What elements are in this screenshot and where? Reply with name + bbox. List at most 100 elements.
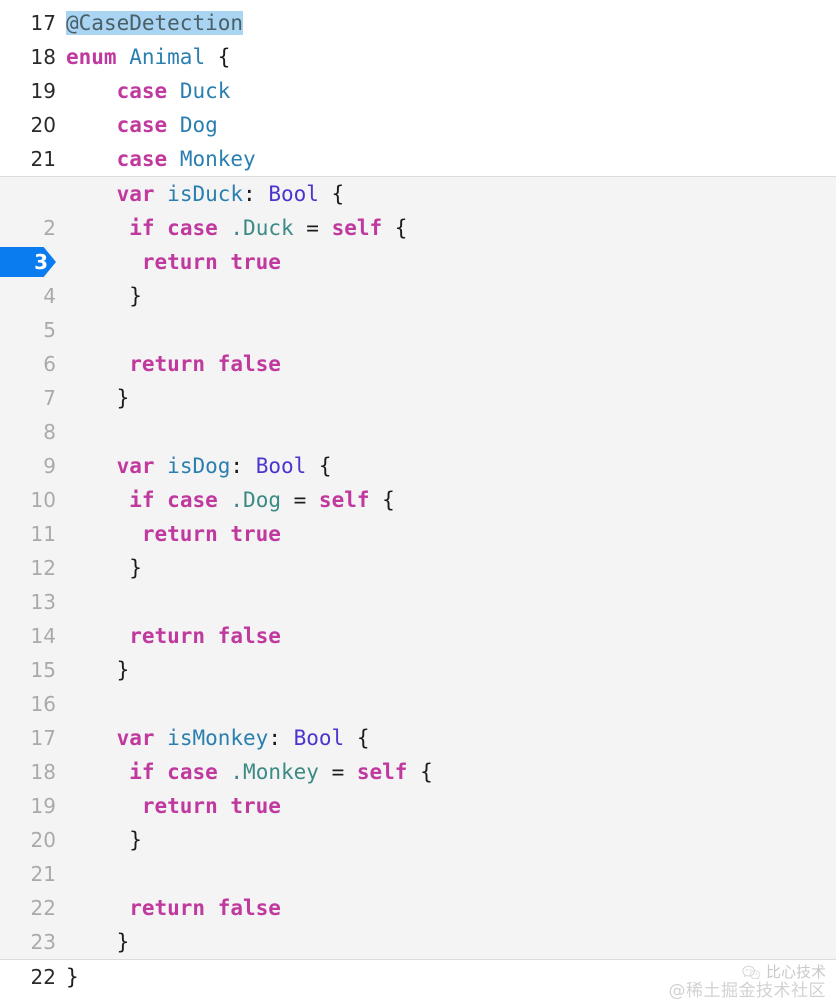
gutter-line-number[interactable]: 17: [0, 6, 56, 40]
gutter-line-number[interactable]: 21: [0, 857, 56, 891]
code-token: if: [129, 216, 155, 240]
code-line[interactable]: 22 return false: [0, 891, 836, 925]
code-token: }: [66, 965, 79, 989]
code-line-source: }: [66, 653, 130, 687]
code-line[interactable]: 15 }: [0, 653, 836, 687]
code-token: :: [243, 182, 269, 206]
code-line[interactable]: 12 }: [0, 551, 836, 585]
gutter-line-number[interactable]: 23: [0, 925, 56, 959]
gutter-line-number[interactable]: 20: [0, 108, 56, 142]
code-line[interactable]: 7 }: [0, 381, 836, 415]
code-line-source: return true: [66, 789, 281, 823]
code-line-source: }: [66, 960, 79, 994]
code-line[interactable]: 21: [0, 857, 836, 891]
code-pane-inner: var isDuck: Bool {2 if case .Duck = self…: [0, 176, 836, 960]
code-token: {: [407, 760, 433, 784]
code-line[interactable]: 23 }: [0, 925, 836, 959]
code-line[interactable]: 18 if case .Monkey = self {: [0, 755, 836, 789]
gutter-line-number[interactable]: [0, 177, 56, 211]
code-line[interactable]: 16: [0, 687, 836, 721]
code-line[interactable]: 17 @CaseDetection: [0, 6, 836, 40]
code-token: {: [382, 216, 408, 240]
code-line-source: }: [66, 551, 142, 585]
code-line[interactable]: 18 enum Animal {: [0, 40, 836, 74]
code-line[interactable]: 21 case Monkey: [0, 142, 836, 176]
gutter-line-number[interactable]: 7: [0, 381, 56, 415]
gutter-line-number[interactable]: 19: [0, 789, 56, 823]
code-line[interactable]: 8: [0, 415, 836, 449]
code-line[interactable]: 5: [0, 313, 836, 347]
gutter-line-number[interactable]: 6: [0, 347, 56, 381]
code-line[interactable]: 2 if case .Duck = self {: [0, 211, 836, 245]
code-line[interactable]: 14 return false: [0, 619, 836, 653]
code-editor[interactable]: 17 @CaseDetection 18 enum Animal {19 case D…: [0, 0, 836, 1006]
gutter-line-number[interactable]: 19: [0, 74, 56, 108]
gutter-line-number[interactable]: 16: [0, 687, 56, 721]
code-token: Bool: [268, 182, 319, 206]
code-token: case: [116, 79, 168, 103]
gutter-line-number[interactable]: 10: [0, 483, 56, 517]
code-line-source: enum Animal {: [66, 40, 230, 74]
gutter-line-number[interactable]: 21: [0, 142, 56, 176]
gutter-line-number[interactable]: 11: [0, 517, 56, 551]
gutter-current-line-badge[interactable]: 3: [0, 247, 56, 277]
code-line-source: return false: [66, 347, 281, 381]
code-line-source: }: [66, 381, 130, 415]
code-line[interactable]: 10 if case .Dog = self {: [0, 483, 836, 517]
gutter-line-number[interactable]: 22: [0, 891, 56, 925]
gutter-line-number[interactable]: 20: [0, 823, 56, 857]
code-line[interactable]: 22}: [0, 960, 836, 994]
gutter-line-number[interactable]: 2: [0, 211, 56, 245]
gutter-line-number[interactable]: 18: [0, 755, 56, 789]
gutter-line-number[interactable]: 14: [0, 619, 56, 653]
code-line[interactable]: 19 return true: [0, 789, 836, 823]
code-line-source: var isDuck: Bool {: [66, 177, 345, 211]
code-line[interactable]: 6 return false: [0, 347, 836, 381]
code-line[interactable]: 9 var isDog: Bool {: [0, 449, 836, 483]
code-token: =: [280, 488, 319, 512]
code-line-source: case Monkey: [66, 142, 256, 176]
code-token: .Duck: [230, 216, 294, 240]
code-pane-outer-top: 17 @CaseDetection 18 enum Animal {19 case D…: [0, 0, 836, 176]
code-token: if: [129, 488, 155, 512]
code-token: return: [141, 794, 218, 818]
code-line[interactable]: 20 }: [0, 823, 836, 857]
code-line[interactable]: 17 var isMonkey: Bool {: [0, 721, 836, 755]
gutter-line-number[interactable]: 12: [0, 551, 56, 585]
gutter-line-number[interactable]: 18: [0, 40, 56, 74]
code-line-source: if case .Duck = self {: [66, 211, 407, 245]
gutter-line-number[interactable]: 9: [0, 449, 56, 483]
code-token: }: [129, 556, 142, 580]
code-line[interactable]: 4 }: [0, 279, 836, 313]
code-line[interactable]: 20 case Dog: [0, 108, 836, 142]
gutter-line-number[interactable]: 8: [0, 415, 56, 449]
code-line[interactable]: 19 case Duck: [0, 74, 836, 108]
gutter-line-number[interactable]: 15: [0, 653, 56, 687]
gutter-line-number[interactable]: 13: [0, 585, 56, 619]
code-token: var: [116, 454, 155, 478]
gutter-line-number[interactable]: 17: [0, 721, 56, 755]
code-line[interactable]: 3 return true: [0, 245, 836, 279]
gutter-line-number[interactable]: 22: [0, 960, 56, 994]
gutter-line-number[interactable]: 5: [0, 313, 56, 347]
code-line[interactable]: 11 return true: [0, 517, 836, 551]
gutter-line-number[interactable]: 4: [0, 279, 56, 313]
code-line[interactable]: 13: [0, 585, 836, 619]
code-line[interactable]: var isDuck: Bool {: [0, 177, 836, 211]
